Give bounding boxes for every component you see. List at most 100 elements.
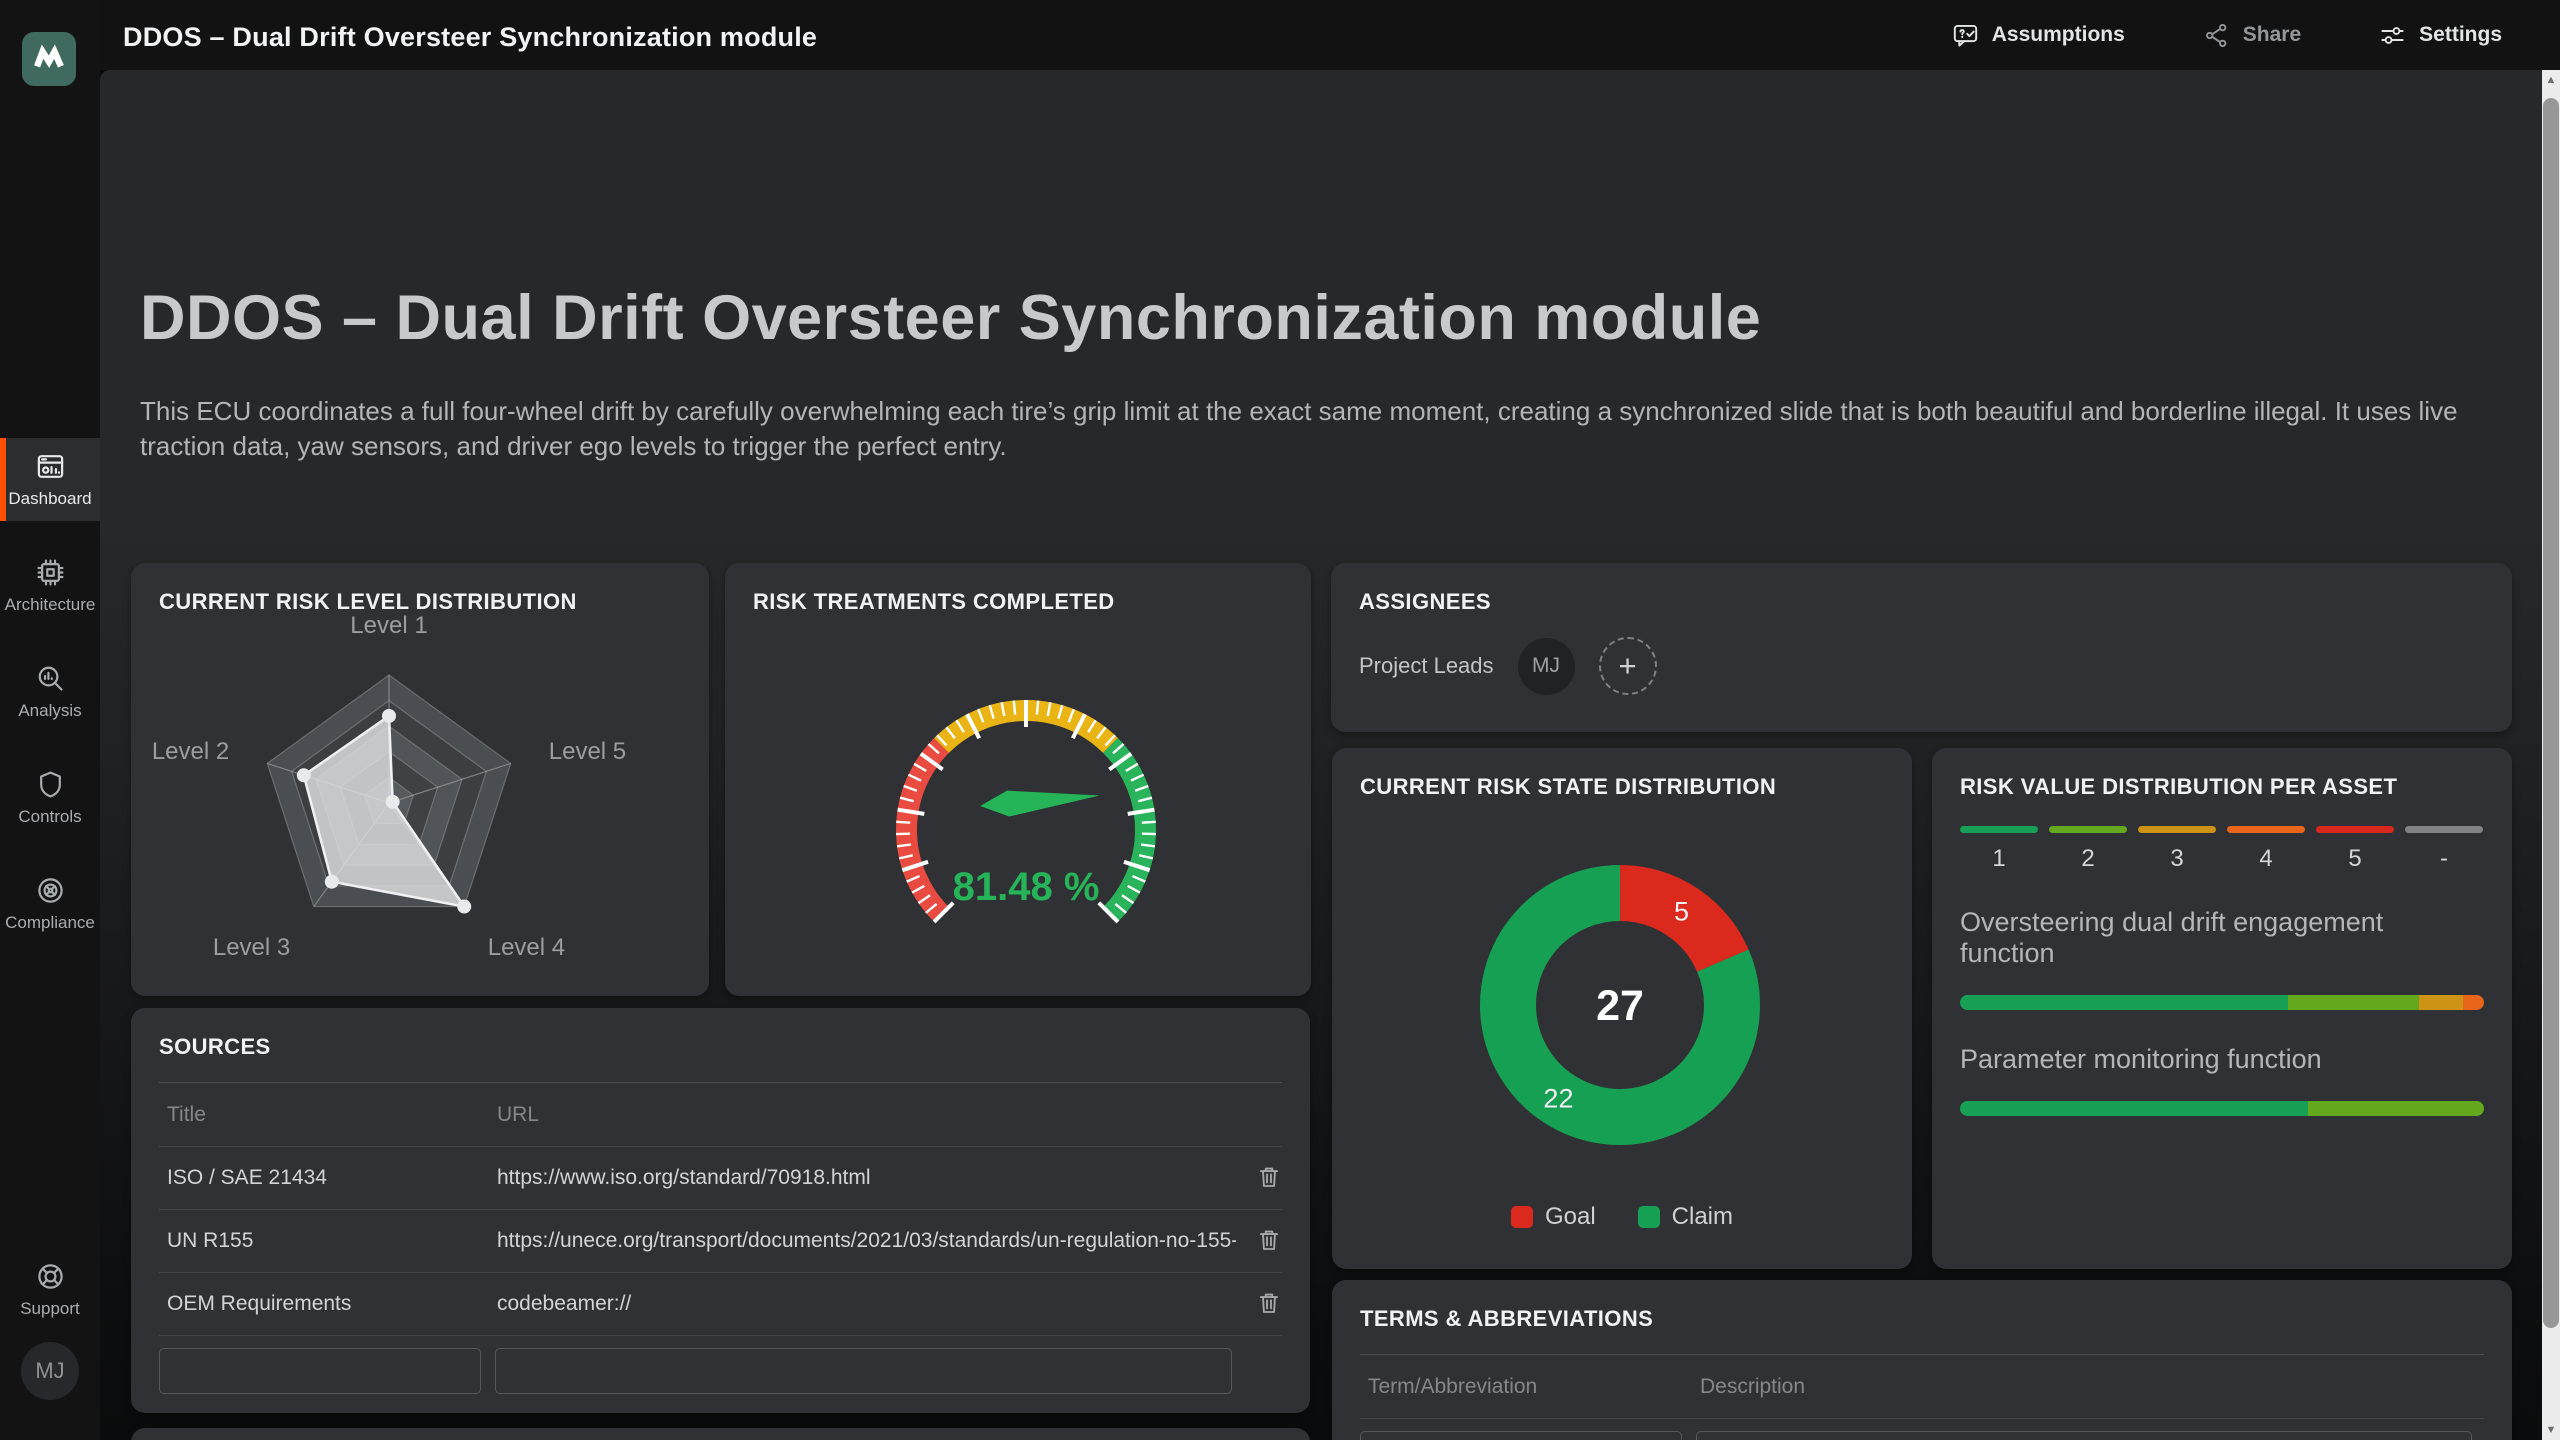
legend-color-line <box>2049 826 2127 833</box>
assignees-card: ASSIGNEES Project Leads MJ + <box>1331 563 2512 732</box>
trash-icon <box>1256 1288 1282 1318</box>
page-description: This ECU coordinates a full four-wheel d… <box>140 394 2520 464</box>
assignee-avatar[interactable]: MJ <box>1518 638 1575 695</box>
radar-chart: Level 1Level 2Level 3Level 4Level 5 <box>131 563 709 996</box>
window-title: DDOS – Dual Drift Oversteer Synchronizat… <box>123 22 817 53</box>
sidebar-item-label: Controls <box>18 807 81 827</box>
radar-axis-label: Level 4 <box>488 934 565 961</box>
column-header: Term/Abbreviation <box>1360 1375 1692 1399</box>
column-header: Description <box>1692 1375 2484 1399</box>
legend-level-label: 5 <box>2348 845 2361 873</box>
risk-legend-item: 3 <box>2138 826 2216 873</box>
new-source-title-input[interactable] <box>159 1348 481 1394</box>
assumptions-button[interactable]: Assumptions <box>1952 22 2125 49</box>
sidebar-item-architecture[interactable]: Architecture <box>0 544 100 627</box>
risk-state-distribution-card: CURRENT RISK STATE DISTRIBUTION 52227 Go… <box>1332 748 1912 1269</box>
scrollbar-thumb[interactable] <box>2543 98 2559 1328</box>
delete-source-button[interactable] <box>1256 1162 1282 1195</box>
delete-source-button[interactable] <box>1256 1288 1282 1321</box>
vertical-scrollbar[interactable]: ▲ ▼ <box>2542 70 2560 1440</box>
asset-distribution-row: Parameter monitoring function <box>1960 1044 2484 1116</box>
card-title: TERMS & ABBREVIATIONS <box>1360 1306 2484 1332</box>
share-icon <box>2203 22 2230 49</box>
scroll-down-arrow-icon[interactable]: ▼ <box>2542 1420 2560 1440</box>
new-source-url-input[interactable] <box>495 1348 1232 1394</box>
add-term-row <box>1360 1431 2484 1440</box>
risk-legend-item: 4 <box>2227 826 2305 873</box>
source-url: https://unece.org/transport/documents/20… <box>489 1229 1236 1253</box>
source-row: OEM Requirementscodebeamer:// <box>159 1273 1282 1336</box>
sidebar-nav: Dashboard Architecture Analysis Controls Com… <box>0 438 100 968</box>
legend-item-claim[interactable]: Claim <box>1638 1203 1733 1231</box>
sources-table-header: TitleURL <box>159 1083 1282 1147</box>
legend-item-goal[interactable]: Goal <box>1511 1203 1596 1231</box>
radar-axis-label: Level 3 <box>213 934 290 961</box>
controls-icon <box>35 769 66 800</box>
source-title: UN R155 <box>159 1229 489 1253</box>
share-button[interactable]: Share <box>2203 22 2301 49</box>
sidebar-item-dashboard[interactable]: Dashboard <box>0 438 100 521</box>
button-label: Share <box>2243 23 2301 47</box>
trash-icon <box>1256 1162 1282 1192</box>
settings-icon <box>2379 22 2406 49</box>
topbar: DDOS – Dual Drift Oversteer Synchronizat… <box>0 0 2560 70</box>
donut-slice-value: 22 <box>1543 1084 1573 1114</box>
sidebar-item-label: Compliance <box>5 913 95 933</box>
sidebar-item-compliance[interactable]: Compliance <box>0 862 100 945</box>
user-avatar[interactable]: MJ <box>21 1342 79 1400</box>
new-description-input[interactable] <box>1696 1431 2472 1440</box>
next-card-partial <box>131 1428 1310 1440</box>
app-root: DDOS – Dual Drift Oversteer Synchronizat… <box>0 0 2560 1440</box>
legend-color-line <box>2405 826 2483 833</box>
bar-segment-level-1 <box>1960 1101 2308 1116</box>
source-row: UN R155https://unece.org/transport/docum… <box>159 1210 1282 1273</box>
risk-level-distribution-card: CURRENT RISK LEVEL DISTRIBUTION Level 1L… <box>131 563 709 996</box>
legend-swatch <box>1511 1206 1533 1228</box>
gauge-chart: 81.48 % <box>725 563 1311 996</box>
bar-segment-level-1 <box>1960 995 2288 1010</box>
terms-abbreviations-card: TERMS & ABBREVIATIONS Term/Abbreviation … <box>1332 1280 2512 1440</box>
risk-level-legend: 12345- <box>1960 826 2484 873</box>
project-leads-row: Project Leads MJ + <box>1359 637 1657 695</box>
compliance-icon <box>35 875 66 906</box>
new-term-input[interactable] <box>1360 1431 1682 1440</box>
sidebar-item-support[interactable]: Support <box>0 1248 100 1331</box>
asset-stacked-bar <box>1960 1101 2484 1116</box>
bar-segment-level-2 <box>2288 995 2419 1010</box>
risk-legend-item: 5 <box>2316 826 2394 873</box>
column-header: URL <box>489 1103 1236 1127</box>
donut-slice-value: 5 <box>1674 896 1689 926</box>
topbar-actions: Assumptions Share Settings <box>1952 0 2502 70</box>
delete-source-button[interactable] <box>1256 1225 1282 1258</box>
legend-level-label: - <box>2440 845 2448 873</box>
source-url: https://www.iso.org/standard/70918.html <box>489 1166 1236 1190</box>
app-logo[interactable] <box>22 32 76 86</box>
sidebar-support: Support <box>0 1248 100 1354</box>
asset-bars: Oversteering dual drift engagement funct… <box>1960 907 2484 1116</box>
radar-axis-label: Level 2 <box>152 738 229 765</box>
legend-color-line <box>2138 826 2216 833</box>
card-title: RISK VALUE DISTRIBUTION PER ASSET <box>1960 774 2484 800</box>
sidebar-item-controls[interactable]: Controls <box>0 756 100 839</box>
source-url: codebeamer:// <box>489 1292 1236 1316</box>
legend-label: Claim <box>1672 1203 1733 1231</box>
source-row: ISO / SAE 21434https://www.iso.org/stand… <box>159 1147 1282 1210</box>
legend-color-line <box>2227 826 2305 833</box>
bar-segment-level-3 <box>2419 995 2464 1010</box>
sidebar-item-analysis[interactable]: Analysis <box>0 650 100 733</box>
card-title: ASSIGNEES <box>1359 589 2484 615</box>
source-title: ISO / SAE 21434 <box>159 1166 489 1190</box>
analysis-icon <box>35 663 66 694</box>
add-source-row <box>159 1348 1282 1394</box>
legend-color-line <box>2316 826 2394 833</box>
legend-level-label: 4 <box>2259 845 2272 873</box>
risk-legend-item: 1 <box>1960 826 2038 873</box>
scroll-up-arrow-icon[interactable]: ▲ <box>2542 70 2560 90</box>
add-assignee-button[interactable]: + <box>1599 637 1657 695</box>
terms-table-header: Term/Abbreviation Description <box>1360 1355 2484 1419</box>
gauge-value-label: 81.48 % <box>953 865 1100 909</box>
settings-button[interactable]: Settings <box>2379 22 2502 49</box>
legend-swatch <box>1638 1206 1660 1228</box>
asset-name: Parameter monitoring function <box>1960 1044 2484 1075</box>
logo-m-icon <box>27 37 71 81</box>
